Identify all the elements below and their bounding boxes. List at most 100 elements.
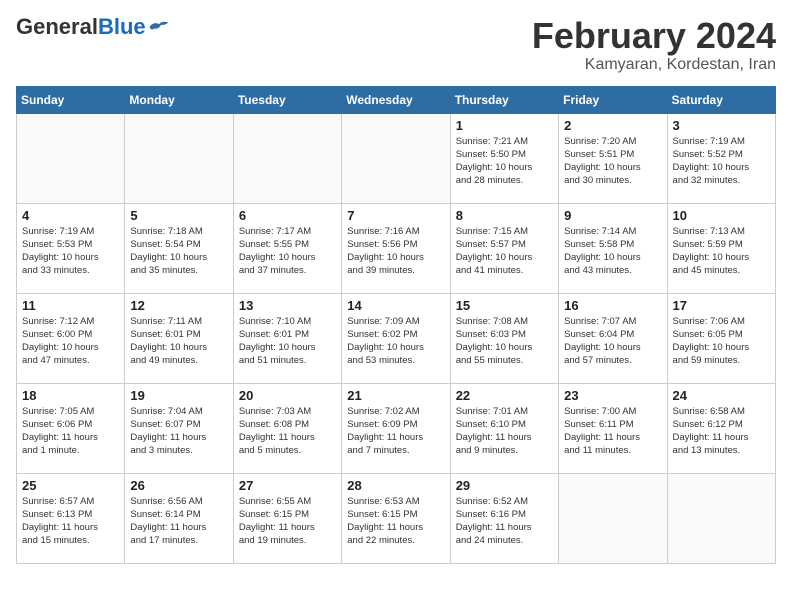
day-info: Sunrise: 7:16 AM Sunset: 5:56 PM Dayligh… [347, 225, 444, 278]
calendar-cell: 2Sunrise: 7:20 AM Sunset: 5:51 PM Daylig… [559, 113, 667, 203]
day-info: Sunrise: 7:09 AM Sunset: 6:02 PM Dayligh… [347, 315, 444, 368]
calendar-week-2: 4 Sunrise: 7:19 AM Sunset: 5:53 PM Daylig… [17, 203, 776, 293]
column-header-sunday: Sunday [17, 86, 125, 113]
day-info: Sunrise: 7:14 AM Sunset: 5:58 PM Dayligh… [564, 225, 661, 278]
calendar-cell: 19 Sunrise: 7:04 AM Sunset: 6:07 PM Dayli… [125, 383, 233, 473]
day-info: Sunrise: 7:00 AM Sunset: 6:11 PM Dayligh… [564, 405, 661, 458]
day-number: 2 [564, 118, 661, 133]
calendar-cell: 16Sunrise: 7:07 AM Sunset: 6:04 PM Dayli… [559, 293, 667, 383]
column-header-thursday: Thursday [450, 86, 558, 113]
calendar-cell: 22Sunrise: 7:01 AM Sunset: 6:10 PM Dayli… [450, 383, 558, 473]
day-number: 18 [22, 388, 119, 403]
calendar-cell: 9 Sunrise: 7:14 AM Sunset: 5:58 PM Daylig… [559, 203, 667, 293]
day-info: Sunrise: 7:05 AM Sunset: 6:06 PM Dayligh… [22, 405, 119, 458]
calendar-cell: 21Sunrise: 7:02 AM Sunset: 6:09 PM Dayli… [342, 383, 450, 473]
day-info: Sunrise: 7:06 AM Sunset: 6:05 PM Dayligh… [673, 315, 770, 368]
calendar-cell: 6Sunrise: 7:17 AM Sunset: 5:55 PM Daylig… [233, 203, 341, 293]
column-header-wednesday: Wednesday [342, 86, 450, 113]
day-number: 11 [22, 298, 119, 313]
calendar-table: SundayMondayTuesdayWednesdayThursdayFrid… [16, 86, 776, 564]
day-number: 9 [564, 208, 661, 223]
title-area: February 2024 Kamyaran, Kordestan, Iran [532, 16, 776, 74]
day-number: 5 [130, 208, 227, 223]
day-info: Sunrise: 7:04 AM Sunset: 6:07 PM Dayligh… [130, 405, 227, 458]
day-info: Sunrise: 6:58 AM Sunset: 6:12 PM Dayligh… [673, 405, 770, 458]
calendar-cell: 24 Sunrise: 6:58 AM Sunset: 6:12 PM Dayli… [667, 383, 775, 473]
calendar-cell: 12 Sunrise: 7:11 AM Sunset: 6:01 PM Dayli… [125, 293, 233, 383]
logo-bird-icon [148, 19, 170, 35]
day-number: 8 [456, 208, 553, 223]
logo-blue-text: Blue [98, 14, 146, 39]
day-number: 22 [456, 388, 553, 403]
calendar-cell [667, 473, 775, 563]
page-header: GeneralBlue February 2024 Kamyaran, Kord… [16, 16, 776, 74]
column-header-monday: Monday [125, 86, 233, 113]
day-number: 13 [239, 298, 336, 313]
day-info: Sunrise: 7:12 AM Sunset: 6:00 PM Dayligh… [22, 315, 119, 368]
column-header-friday: Friday [559, 86, 667, 113]
day-info: Sunrise: 7:08 AM Sunset: 6:03 PM Dayligh… [456, 315, 553, 368]
calendar-week-3: 11 Sunrise: 7:12 AM Sunset: 6:00 PM Dayli… [17, 293, 776, 383]
location-subtitle: Kamyaran, Kordestan, Iran [532, 56, 776, 74]
day-info: Sunrise: 6:56 AM Sunset: 6:14 PM Dayligh… [130, 495, 227, 548]
month-title: February 2024 [532, 16, 776, 56]
calendar-cell: 15 Sunrise: 7:08 AM Sunset: 6:03 PM Dayli… [450, 293, 558, 383]
day-info: Sunrise: 7:19 AM Sunset: 5:52 PM Dayligh… [673, 135, 770, 188]
calendar-cell [125, 113, 233, 203]
calendar-cell [17, 113, 125, 203]
calendar-cell: 17 Sunrise: 7:06 AM Sunset: 6:05 PM Dayli… [667, 293, 775, 383]
day-number: 27 [239, 478, 336, 493]
day-info: Sunrise: 6:53 AM Sunset: 6:15 PM Dayligh… [347, 495, 444, 548]
day-number: 28 [347, 478, 444, 493]
calendar-cell: 14 Sunrise: 7:09 AM Sunset: 6:02 PM Dayli… [342, 293, 450, 383]
calendar-cell [342, 113, 450, 203]
day-info: Sunrise: 6:52 AM Sunset: 6:16 PM Dayligh… [456, 495, 553, 548]
calendar-cell: 20 Sunrise: 7:03 AM Sunset: 6:08 PM Dayli… [233, 383, 341, 473]
calendar-cell: 4 Sunrise: 7:19 AM Sunset: 5:53 PM Daylig… [17, 203, 125, 293]
day-info: Sunrise: 6:55 AM Sunset: 6:15 PM Dayligh… [239, 495, 336, 548]
day-number: 20 [239, 388, 336, 403]
day-number: 4 [22, 208, 119, 223]
logo-general-text: General [16, 14, 98, 39]
day-number: 24 [673, 388, 770, 403]
day-info: Sunrise: 7:07 AM Sunset: 6:04 PM Dayligh… [564, 315, 661, 368]
calendar-cell: 3 Sunrise: 7:19 AM Sunset: 5:52 PM Daylig… [667, 113, 775, 203]
day-number: 21 [347, 388, 444, 403]
day-number: 3 [673, 118, 770, 133]
calendar-cell: 26 Sunrise: 6:56 AM Sunset: 6:14 PM Dayli… [125, 473, 233, 563]
calendar-header-row: SundayMondayTuesdayWednesdayThursdayFrid… [17, 86, 776, 113]
column-header-saturday: Saturday [667, 86, 775, 113]
day-number: 12 [130, 298, 227, 313]
calendar-cell: 11 Sunrise: 7:12 AM Sunset: 6:00 PM Dayli… [17, 293, 125, 383]
calendar-cell: 29Sunrise: 6:52 AM Sunset: 6:16 PM Dayli… [450, 473, 558, 563]
day-number: 14 [347, 298, 444, 313]
day-number: 26 [130, 478, 227, 493]
day-info: Sunrise: 7:03 AM Sunset: 6:08 PM Dayligh… [239, 405, 336, 458]
day-number: 19 [130, 388, 227, 403]
day-number: 17 [673, 298, 770, 313]
day-number: 23 [564, 388, 661, 403]
calendar-cell: 27 Sunrise: 6:55 AM Sunset: 6:15 PM Dayli… [233, 473, 341, 563]
day-info: Sunrise: 6:57 AM Sunset: 6:13 PM Dayligh… [22, 495, 119, 548]
day-info: Sunrise: 7:13 AM Sunset: 5:59 PM Dayligh… [673, 225, 770, 278]
day-number: 7 [347, 208, 444, 223]
calendar-cell: 8 Sunrise: 7:15 AM Sunset: 5:57 PM Daylig… [450, 203, 558, 293]
day-number: 15 [456, 298, 553, 313]
calendar-week-1: 1Sunrise: 7:21 AM Sunset: 5:50 PM Daylig… [17, 113, 776, 203]
day-number: 1 [456, 118, 553, 133]
logo: GeneralBlue [16, 16, 170, 38]
day-info: Sunrise: 7:11 AM Sunset: 6:01 PM Dayligh… [130, 315, 227, 368]
day-info: Sunrise: 7:15 AM Sunset: 5:57 PM Dayligh… [456, 225, 553, 278]
calendar-cell: 18 Sunrise: 7:05 AM Sunset: 6:06 PM Dayli… [17, 383, 125, 473]
calendar-cell: 5Sunrise: 7:18 AM Sunset: 5:54 PM Daylig… [125, 203, 233, 293]
calendar-cell: 28 Sunrise: 6:53 AM Sunset: 6:15 PM Dayli… [342, 473, 450, 563]
calendar-cell: 13Sunrise: 7:10 AM Sunset: 6:01 PM Dayli… [233, 293, 341, 383]
calendar-cell [233, 113, 341, 203]
calendar-week-5: 25 Sunrise: 6:57 AM Sunset: 6:13 PM Dayli… [17, 473, 776, 563]
calendar-cell: 25 Sunrise: 6:57 AM Sunset: 6:13 PM Dayli… [17, 473, 125, 563]
day-number: 25 [22, 478, 119, 493]
calendar-week-4: 18 Sunrise: 7:05 AM Sunset: 6:06 PM Dayli… [17, 383, 776, 473]
day-info: Sunrise: 7:19 AM Sunset: 5:53 PM Dayligh… [22, 225, 119, 278]
calendar-cell [559, 473, 667, 563]
calendar-cell: 23 Sunrise: 7:00 AM Sunset: 6:11 PM Dayli… [559, 383, 667, 473]
